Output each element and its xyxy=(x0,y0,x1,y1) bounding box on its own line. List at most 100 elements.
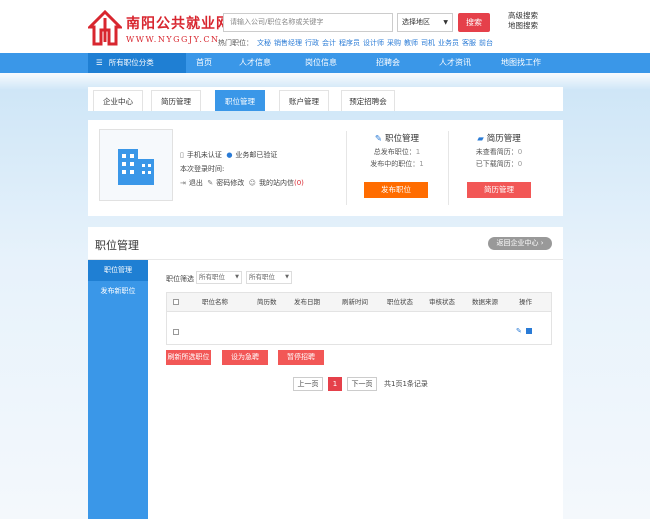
page-title: 职位管理 xyxy=(95,239,139,252)
search-button[interactable]: 搜索 xyxy=(458,13,490,32)
message-icon: ☺ xyxy=(248,179,256,187)
hot-job-link[interactable]: 设计师 xyxy=(363,39,384,47)
login-time: 本次登录时间: xyxy=(180,165,225,173)
back-to-center-button[interactable]: 返回企业中心 › xyxy=(488,237,552,250)
delete-icon[interactable] xyxy=(526,328,532,334)
job-stats: ✎ 职位管理 总发布职位：1 发布中的职位：1 xyxy=(347,132,447,170)
hot-job-link[interactable]: 业务员 xyxy=(438,39,459,47)
column-header: 审核状态 xyxy=(429,298,455,306)
hot-job-link[interactable]: 销售经理 xyxy=(274,39,302,47)
hot-job-link[interactable]: 客服 xyxy=(462,39,476,47)
messages-count: (0) xyxy=(293,179,304,187)
nav-item-home[interactable]: 首页 xyxy=(186,53,222,73)
folder-icon: ▰ xyxy=(477,134,484,144)
total-jobs-label: 总发布职位： xyxy=(373,148,416,156)
unviewed-resumes-label: 未查看简历： xyxy=(475,148,518,156)
filter-label: 职位筛选 xyxy=(166,275,194,283)
hot-job-link[interactable]: 会计 xyxy=(322,39,336,47)
column-header: 操作 xyxy=(519,298,532,306)
advanced-search-link[interactable]: 高级搜索 xyxy=(508,11,538,21)
logout-link[interactable]: 退出 xyxy=(189,179,203,187)
total-jobs-value: 1 xyxy=(415,148,421,156)
filter-select-value: 所有职位 xyxy=(199,273,225,281)
set-urgent-button[interactable]: 设为急聘 xyxy=(222,350,268,365)
search-input[interactable]: 请输入公司/职位名称或关键字 xyxy=(223,13,393,32)
edit-icon: ✎ xyxy=(207,179,214,187)
phone-icon: ▯ xyxy=(180,151,184,159)
tab-account-management[interactable]: 账户管理 xyxy=(279,90,329,111)
logout-icon: ⇥ xyxy=(180,179,186,187)
tab-resume-management[interactable]: 简历管理 xyxy=(151,90,201,111)
resume-management-button[interactable]: 简历管理 xyxy=(467,182,531,198)
nav-item-news[interactable]: 人才资讯 xyxy=(430,53,480,73)
unviewed-resumes-value: 0 xyxy=(517,148,523,156)
hot-jobs-label: 热门职位： xyxy=(218,39,253,47)
tab-book-jobfair[interactable]: 预定招聘会 xyxy=(341,90,395,111)
account-links: ⇥ 退出 ✎ 密码修改 ☺ 我的站内信(0) xyxy=(180,178,304,188)
side-item-publish-job[interactable]: 发布新职位 xyxy=(88,281,148,302)
next-page-button[interactable]: 下一页 xyxy=(347,377,377,391)
hot-job-link[interactable]: 教师 xyxy=(404,39,418,47)
chevron-down-icon: ▼ xyxy=(443,19,448,26)
nav-item-jobs[interactable]: 岗位信息 xyxy=(296,53,346,73)
downloaded-resumes-value: 0 xyxy=(517,160,523,168)
main-nav: ☰ 所有职位分类 首页 人才信息 岗位信息 招聘会 人才资讯 地图找工作 xyxy=(0,53,650,73)
back-button-label: 返回企业中心 xyxy=(496,239,539,247)
hot-job-link[interactable]: 行政 xyxy=(305,39,319,47)
user-icon: ● xyxy=(226,151,233,159)
job-stats-title: 职位管理 xyxy=(385,134,420,144)
publish-job-button[interactable]: 发布职位 xyxy=(364,182,428,198)
side-item-job-management[interactable]: 职位管理 xyxy=(88,260,148,281)
status-filter-select[interactable]: 所有职位 ▼ xyxy=(246,271,292,284)
pause-recruiting-button[interactable]: 暂停招聘 xyxy=(278,350,324,365)
building-icon xyxy=(118,149,154,185)
logo-url: WWW.NYGGJY.CN xyxy=(126,35,220,44)
menu-icon: ☰ xyxy=(96,58,103,67)
hot-job-link[interactable]: 采购 xyxy=(387,39,401,47)
select-all-checkbox[interactable] xyxy=(173,299,179,305)
nav-item-talent[interactable]: 人才信息 xyxy=(230,53,280,73)
change-password-link[interactable]: 密码修改 xyxy=(216,179,244,187)
messages-link[interactable]: 我的站内信 xyxy=(259,179,294,187)
prev-page-button[interactable]: 上一页 xyxy=(293,377,323,391)
filter-select-value: 所有职位 xyxy=(249,273,275,281)
region-select[interactable]: 选择地区 ▼ xyxy=(397,13,453,32)
company-summary-card: ▯ 手机未认证 ● 业务邮已验证 本次登录时间: ⇥ 退出 ✎ 密码修改 ☺ 我的站内信(… xyxy=(88,120,563,216)
company-logo[interactable] xyxy=(99,129,173,201)
tab-company-center[interactable]: 企业中心 xyxy=(93,90,143,111)
hot-job-link[interactable]: 前台 xyxy=(479,39,493,47)
downloaded-resumes-label: 已下载简历： xyxy=(475,160,518,168)
side-menu: 职位管理 发布新职位 xyxy=(88,260,148,519)
map-search-link[interactable]: 地图搜索 xyxy=(508,21,538,31)
site-header: 南阳公共就业网 WWW.NYGGJY.CN 请输入公司/职位名称或关键字 选择地… xyxy=(0,0,650,53)
column-header: 发布日期 xyxy=(294,298,320,306)
chevron-down-icon: ▼ xyxy=(285,274,289,280)
chevron-down-icon: ▼ xyxy=(235,274,239,280)
refresh-selected-button[interactable]: 刷新所选职位 xyxy=(166,350,211,365)
hot-jobs-list: 文秘 销售经理 行政 会计 程序员 设计师 采购 教师 司机 业务员 客服 前台 xyxy=(257,38,496,48)
hot-job-link[interactable]: 程序员 xyxy=(339,39,360,47)
logo-house-icon xyxy=(88,10,122,46)
hot-job-link[interactable]: 文秘 xyxy=(257,39,271,47)
nav-category-label: 所有职位分类 xyxy=(108,58,154,67)
resume-stats: ▰ 简历管理 未查看简历：0 已下载简历：0 xyxy=(449,132,549,170)
hot-job-link[interactable]: 司机 xyxy=(421,39,435,47)
divider xyxy=(88,259,563,260)
phone-status: 手机未认证 xyxy=(186,151,222,159)
site-logo[interactable]: 南阳公共就业网 WWW.NYGGJY.CN xyxy=(88,10,230,50)
nav-item-jobfair[interactable]: 招聘会 xyxy=(366,53,410,73)
pencil-icon: ✎ xyxy=(374,134,383,144)
nav-category-menu[interactable]: ☰ 所有职位分类 xyxy=(88,53,186,73)
row-checkbox[interactable] xyxy=(173,329,179,335)
verification-status: ▯ 手机未认证 ● 业务邮已验证 xyxy=(180,150,277,160)
chevron-right-icon: › xyxy=(540,239,544,247)
page-1-button[interactable]: 1 xyxy=(328,377,342,391)
job-filter-select[interactable]: 所有职位 ▼ xyxy=(196,271,242,284)
region-select-value: 选择地区 xyxy=(402,18,430,26)
email-status: 业务邮已验证 xyxy=(235,151,278,159)
logo-name: 南阳公共就业网 xyxy=(126,16,231,32)
edit-icon[interactable]: ✎ xyxy=(516,327,522,335)
nav-item-map-jobs[interactable]: 地图找工作 xyxy=(494,53,548,73)
tab-job-management[interactable]: 职位管理 xyxy=(215,90,265,111)
job-management-panel: 职位管理 返回企业中心 › 职位管理 发布新职位 职位筛选 所有职位 ▼ 所有职位… xyxy=(88,227,563,519)
